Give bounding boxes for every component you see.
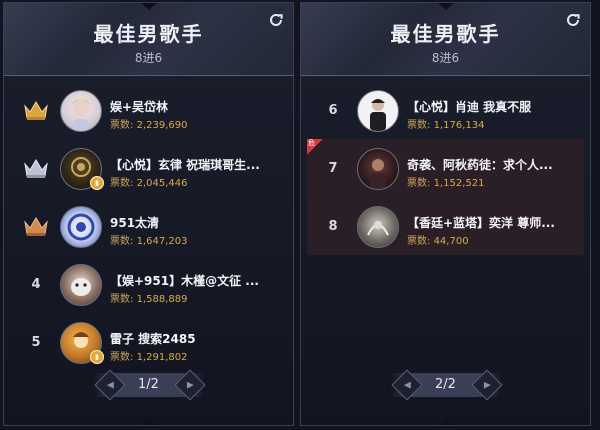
avatar-figure-icon (72, 99, 90, 131)
vote-label: 票数: (110, 294, 134, 305)
gold-crown-icon (24, 101, 48, 120)
rank-cell (16, 197, 56, 255)
header-notch (139, 3, 158, 10)
vote-value: 1,176,134 (433, 120, 485, 131)
ranking-row[interactable]: 951太清 票数: 1,647,203 (10, 197, 287, 255)
ranking-row[interactable]: 娱+吴岱林 票数: 2,239,690 (10, 81, 287, 139)
vote-count: 票数: 1,647,203 (110, 232, 187, 247)
refresh-icon[interactable] (268, 12, 284, 28)
rank-number: 6 (328, 102, 338, 118)
contestant-name: 【心悦】玄律 祝瑞琪哥生... (110, 158, 260, 172)
rank-cell (16, 81, 56, 139)
bronze-crown-icon (24, 217, 48, 236)
ranking-row[interactable]: 4 【娱+951】木槿@文征 ... 票数: 1,588,889 (10, 255, 287, 313)
avatar[interactable] (60, 264, 102, 306)
chevron-right-icon: ▶ (186, 379, 193, 390)
vote-value: 2,045,446 (136, 178, 188, 189)
panel-subtitle: 8进6 (134, 51, 163, 65)
vote-count: 票数: 2,239,690 (110, 116, 187, 131)
panel-subtitle: 8进6 (431, 51, 460, 65)
avatar-person-icon (370, 159, 386, 189)
panel-title: 最佳男歌手 (93, 22, 204, 46)
vote-value: 1,588,889 (136, 294, 188, 305)
vote-count: 票数: 1,152,521 (407, 174, 484, 189)
vote-value: 1,152,521 (433, 178, 485, 189)
vote-value: 1,647,203 (136, 236, 188, 247)
bottom-notch (437, 419, 454, 425)
ranking-list: 6 【心悦】肖迪 我真不服 票数: 1,176,134 危 7 奇袭、阿秋药徒：… (301, 81, 590, 255)
chevron-right-icon: ▶ (483, 379, 490, 390)
ranking-panel-page-2: 最佳男歌手 8进6 6 【心悦】肖迪 我真不服 票数: 1,176,134 危 … (300, 2, 591, 426)
avatar-person-icon (370, 99, 386, 131)
vote-label: 票数: (407, 178, 431, 189)
rank-cell (16, 139, 56, 197)
header-notch (436, 3, 455, 10)
vote-value: 44,700 (433, 236, 469, 247)
avatar-sketch-icon (367, 221, 389, 236)
bottom-notch (140, 419, 157, 425)
level-badge: ▮ (90, 350, 104, 364)
avatar[interactable] (357, 206, 399, 248)
avatar[interactable] (60, 90, 102, 132)
contestant-name: 奇袭、阿秋药徒：求个人... (407, 158, 553, 172)
contestant-name: 【香廷+蓝塔】奕洋 尊师... (407, 216, 555, 230)
contestant-name: 雷子 搜索2485 (110, 332, 196, 346)
vote-label: 票数: (110, 236, 134, 247)
rank-number: 7 (328, 160, 338, 176)
contestant-name: 【心悦】肖迪 我真不服 (407, 100, 532, 114)
ranking-row-danger[interactable]: 危 7 奇袭、阿秋药徒：求个人... 票数: 1,152,521 (307, 139, 584, 197)
avatar[interactable] (357, 90, 399, 132)
ranking-row[interactable]: ▮ 【心悦】玄律 祝瑞琪哥生... 票数: 2,045,446 (10, 139, 287, 197)
rank-number: 4 (31, 276, 41, 292)
ranking-list: 娱+吴岱林 票数: 2,239,690 ▮ 【心悦】玄律 祝瑞琪哥生... 票数… (4, 81, 293, 371)
page-indicator: 1/2 (138, 377, 159, 392)
page-indicator: 2/2 (435, 377, 456, 392)
panel-header: 最佳男歌手 8进6 (4, 3, 293, 76)
vote-value: 1,291,802 (136, 352, 188, 363)
vote-count: 票数: 1,588,889 (110, 290, 187, 305)
refresh-icon[interactable] (565, 12, 581, 28)
contestant-name: 951太清 (110, 216, 160, 230)
vote-count: 票数: 1,176,134 (407, 116, 484, 131)
vote-label: 票数: (407, 120, 431, 131)
vote-count: 票数: 44,700 (407, 232, 469, 247)
avatar-logo-icon (67, 213, 95, 241)
panel-header: 最佳男歌手 8进6 (301, 3, 590, 76)
silver-crown-icon (24, 159, 48, 178)
contestant-name: 【娱+951】木槿@文征 ... (110, 274, 259, 288)
vote-value: 2,239,690 (136, 120, 188, 131)
ranking-row[interactable]: 5 ▮ 雷子 搜索2485 票数: 1,291,802 (10, 313, 287, 371)
level-badge: ▮ (90, 176, 104, 190)
ranking-row-danger[interactable]: 8 【香廷+蓝塔】奕洋 尊师... 票数: 44,700 (307, 197, 584, 255)
avatar[interactable] (357, 148, 399, 190)
avatar[interactable] (60, 206, 102, 248)
vote-label: 票数: (110, 120, 134, 131)
vote-label: 票数: (110, 352, 134, 363)
rank-number: 5 (31, 334, 41, 350)
rank-number: 8 (328, 218, 338, 234)
ranking-row[interactable]: 6 【心悦】肖迪 我真不服 票数: 1,176,134 (307, 81, 584, 139)
pagination: ◀ 1/2 ▶ (4, 369, 293, 401)
avatar-animal-icon (71, 278, 91, 296)
vote-count: 票数: 1,291,802 (110, 348, 187, 363)
panel-title: 最佳男歌手 (390, 22, 501, 46)
vote-count: 票数: 2,045,446 (110, 174, 187, 189)
vote-label: 票数: (407, 236, 431, 247)
ranking-panel-page-1: 最佳男歌手 8进6 娱+吴岱林 票数: 2,239,690 ▮ 【心悦】玄律 祝… (3, 2, 294, 426)
vote-label: 票数: (110, 178, 134, 189)
pagination: ◀ 2/2 ▶ (301, 369, 590, 401)
contestant-name: 娱+吴岱林 (110, 100, 169, 114)
